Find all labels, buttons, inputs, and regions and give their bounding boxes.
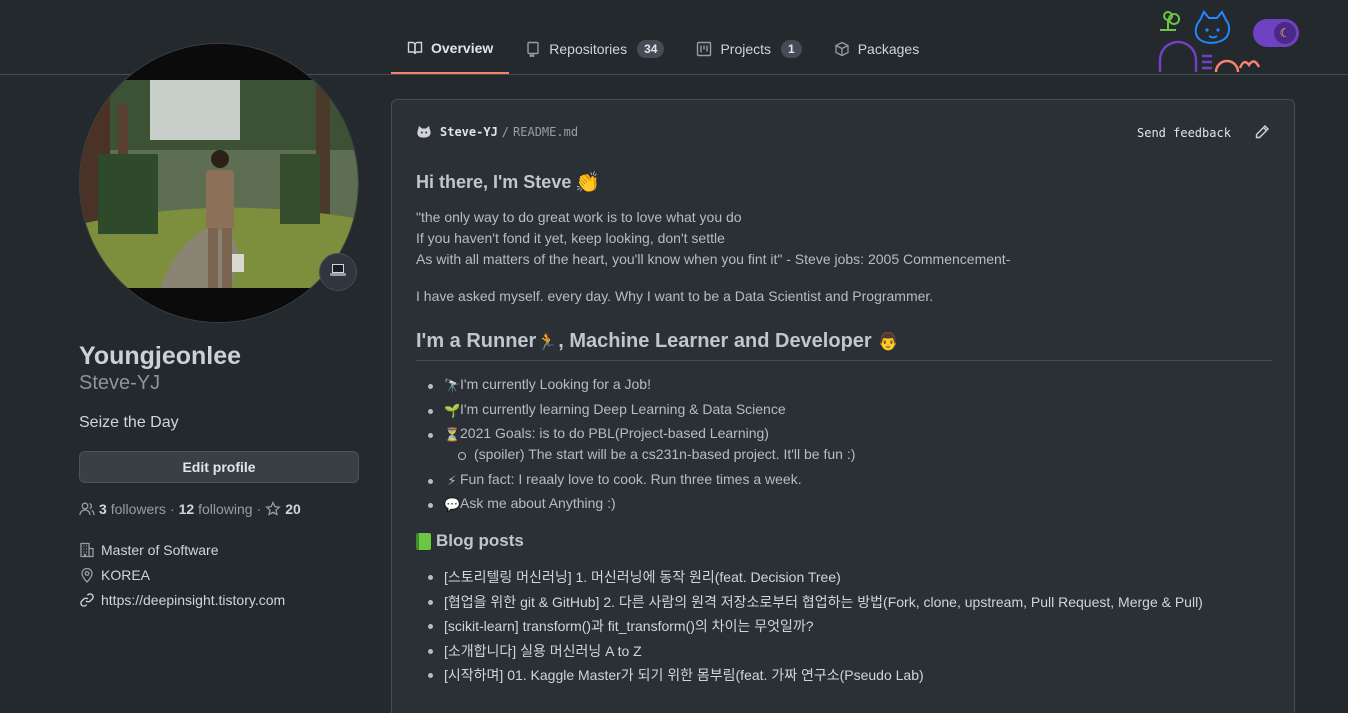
list-item: 🔭I'm currently Looking for a Job! bbox=[416, 376, 1272, 401]
following-link[interactable]: 12 following bbox=[179, 501, 253, 517]
blog-post-link[interactable]: [스토리텔링 머신러닝] 1. 머신러닝에 동작 원리(feat. Decisi… bbox=[416, 567, 1272, 592]
people-icon bbox=[79, 501, 95, 517]
waving-hand-icon: 👏 bbox=[575, 171, 601, 194]
list-item: ⏳2021 Goals: is to do PBL(Project-based … bbox=[416, 425, 1272, 446]
book-icon bbox=[407, 40, 423, 56]
tab-overview[interactable]: Overview bbox=[391, 24, 510, 74]
list-item-text: 2021 Goals: is to do PBL(Project-based L… bbox=[460, 425, 769, 441]
followers-label: followers bbox=[110, 501, 166, 517]
projects-count: 1 bbox=[781, 40, 802, 58]
sub-list-item: (spoiler) The start will be a cs231n-bas… bbox=[416, 446, 1272, 471]
runner-icon: 🏃 bbox=[537, 333, 558, 351]
blog-heading-text: Blog posts bbox=[436, 531, 524, 550]
readme-content: Hi there, I'm Steve 👏 "the only way to d… bbox=[416, 170, 1272, 689]
list-item-text: I'm currently learning Deep Learning & D… bbox=[460, 401, 786, 417]
repositories-count: 34 bbox=[637, 40, 665, 58]
runner-heading-text: I'm a Runner bbox=[416, 330, 537, 352]
profile-fullname: Youngjeonlee bbox=[79, 342, 242, 370]
project-icon bbox=[696, 41, 712, 57]
profile-tabs: Overview Repositories 34 Projects 1 Pack… bbox=[391, 24, 935, 75]
readme-filename[interactable]: README.md bbox=[513, 125, 578, 139]
readme-path: Steve-YJ / README.md bbox=[416, 124, 578, 140]
avatar[interactable] bbox=[79, 43, 359, 323]
theme-toggle[interactable]: ☾ bbox=[1253, 19, 1299, 47]
list-item: 💬Ask me about Anything :) bbox=[416, 495, 1272, 519]
list-item: 🌱I'm currently learning Deep Learning & … bbox=[416, 401, 1272, 425]
blog-heading: Blog posts bbox=[416, 531, 1272, 551]
send-feedback-link[interactable]: Send feedback bbox=[1137, 126, 1231, 140]
profile-location: KOREA bbox=[79, 567, 150, 583]
blog-post-link[interactable]: [소개합니다] 실용 머신러닝 A to Z bbox=[416, 641, 1272, 665]
seedling-icon: 🌱 bbox=[444, 403, 461, 418]
profile-bio: Seize the Day bbox=[79, 414, 179, 431]
organization-text: Master of Software bbox=[101, 542, 219, 558]
tab-repositories[interactable]: Repositories 34 bbox=[509, 24, 680, 74]
star-icon bbox=[265, 501, 282, 517]
repo-icon bbox=[525, 41, 541, 57]
profile-organization: Master of Software bbox=[79, 542, 219, 558]
tab-projects[interactable]: Projects 1 bbox=[680, 24, 817, 74]
laptop-icon bbox=[329, 262, 347, 283]
list-item: ⚡ Fun fact: I reaaly love to cook. Run th… bbox=[416, 471, 1272, 495]
stars-count: 20 bbox=[285, 501, 301, 517]
social-stats: 3 followers · 12 following · 20 bbox=[79, 501, 301, 517]
following-count: 12 bbox=[178, 501, 195, 517]
octocat-icon bbox=[416, 124, 432, 140]
quote-line: If you haven't fond it yet, keep looking… bbox=[416, 230, 725, 246]
greeting-text: Hi there, I'm Steve bbox=[416, 171, 572, 192]
profile-website[interactable]: https://deepinsight.tistory.com bbox=[79, 592, 285, 608]
separator-dot: · bbox=[256, 501, 262, 517]
list-item-text: Ask me about Anything :) bbox=[460, 495, 616, 511]
telescope-icon: 🔭 bbox=[444, 378, 461, 393]
tab-packages-label: Packages bbox=[857, 41, 920, 57]
path-separator: / bbox=[501, 125, 510, 139]
profile-readme: Steve-YJ / README.md Send feedback Hi th… bbox=[391, 99, 1295, 713]
runner-heading: I'm a Runner 🏃 , Machine Learner and Dev… bbox=[416, 330, 1272, 361]
speech-bubble-icon: 💬 bbox=[444, 497, 461, 512]
organization-icon bbox=[79, 542, 95, 558]
green-book-icon bbox=[416, 532, 431, 550]
location-icon bbox=[79, 567, 95, 583]
pencil-icon[interactable] bbox=[1254, 124, 1270, 140]
blog-post-link[interactable]: [협업을 위한 git & GitHub] 2. 다른 사람의 원격 저장소로부… bbox=[416, 592, 1272, 616]
separator-dot: · bbox=[169, 501, 175, 517]
question-paragraph: I have asked myself. every day. Why I wa… bbox=[416, 288, 934, 304]
blog-post-link[interactable]: [scikit-learn] transform()과 fit_transfor… bbox=[416, 616, 1272, 641]
tab-packages[interactable]: Packages bbox=[818, 24, 935, 74]
website-link[interactable]: https://deepinsight.tistory.com bbox=[101, 592, 285, 608]
tab-projects-label: Projects bbox=[720, 41, 772, 57]
tab-repositories-label: Repositories bbox=[549, 41, 628, 57]
quote-block: "the only way to do great work is to lov… bbox=[416, 207, 1272, 270]
blog-post-list: [스토리텔링 머신러닝] 1. 머신러닝에 동작 원리(feat. Decisi… bbox=[416, 567, 1272, 689]
tab-overview-label: Overview bbox=[431, 40, 494, 56]
link-icon bbox=[79, 592, 95, 608]
about-list: 🔭I'm currently Looking for a Job! 🌱I'm c… bbox=[416, 376, 1272, 519]
quote-line: As with all matters of the heart, you'll… bbox=[416, 251, 1011, 267]
list-item-text: I'm currently Looking for a Job! bbox=[460, 376, 651, 392]
runner-heading-rest: , Machine Learner and Developer bbox=[558, 330, 872, 352]
moon-icon: ☾ bbox=[1274, 22, 1296, 44]
profile-username: Steve-YJ bbox=[79, 372, 161, 394]
lightning-icon: ⚡ bbox=[447, 473, 457, 488]
package-icon bbox=[834, 41, 850, 57]
list-item-text: Fun fact: I reaaly love to cook. Run thr… bbox=[460, 471, 802, 487]
following-label: following bbox=[198, 501, 253, 517]
quote-line: "the only way to do great work is to lov… bbox=[416, 209, 742, 225]
avatar-photo bbox=[80, 44, 358, 322]
location-text: KOREA bbox=[101, 567, 151, 583]
readme-owner-link[interactable]: Steve-YJ bbox=[440, 125, 498, 139]
stars-link[interactable]: 20 bbox=[265, 501, 301, 517]
technologist-icon: 👨 bbox=[877, 331, 899, 351]
followers-link[interactable]: 3 followers bbox=[99, 501, 166, 517]
status-badge[interactable] bbox=[319, 253, 357, 291]
followers-count: 3 bbox=[99, 501, 107, 517]
blog-post-link[interactable]: [시작하며] 01. Kaggle Master가 되기 위한 몸부림(feat… bbox=[416, 665, 1272, 689]
hourglass-icon: ⏳ bbox=[444, 427, 461, 442]
edit-profile-button[interactable]: Edit profile bbox=[79, 451, 359, 483]
greeting-heading: Hi there, I'm Steve 👏 bbox=[416, 170, 1272, 194]
